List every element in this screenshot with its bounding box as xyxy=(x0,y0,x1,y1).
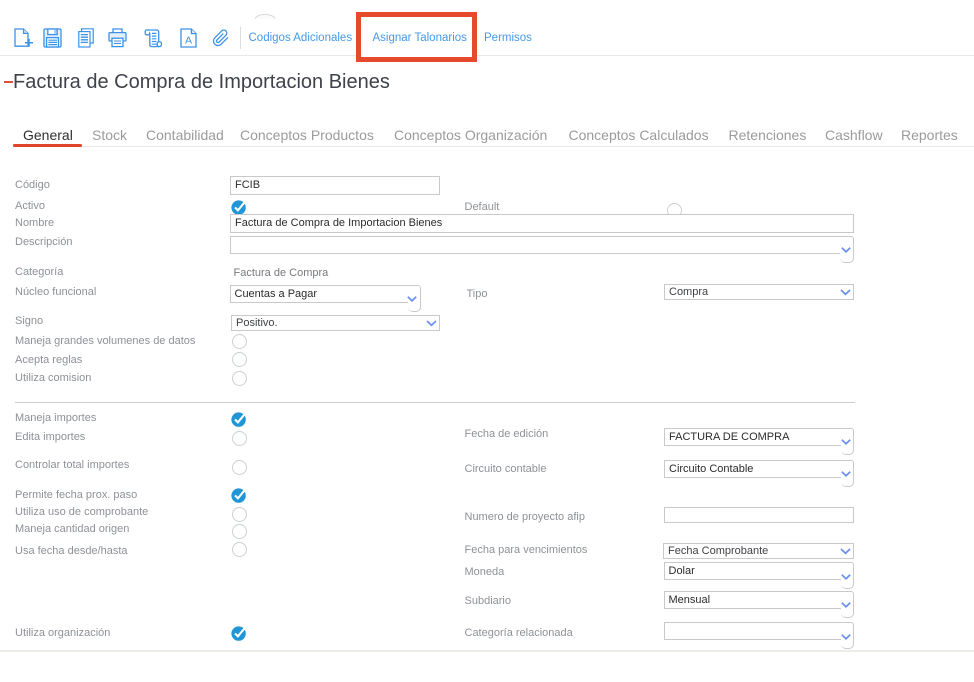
svg-text:A: A xyxy=(184,35,191,47)
